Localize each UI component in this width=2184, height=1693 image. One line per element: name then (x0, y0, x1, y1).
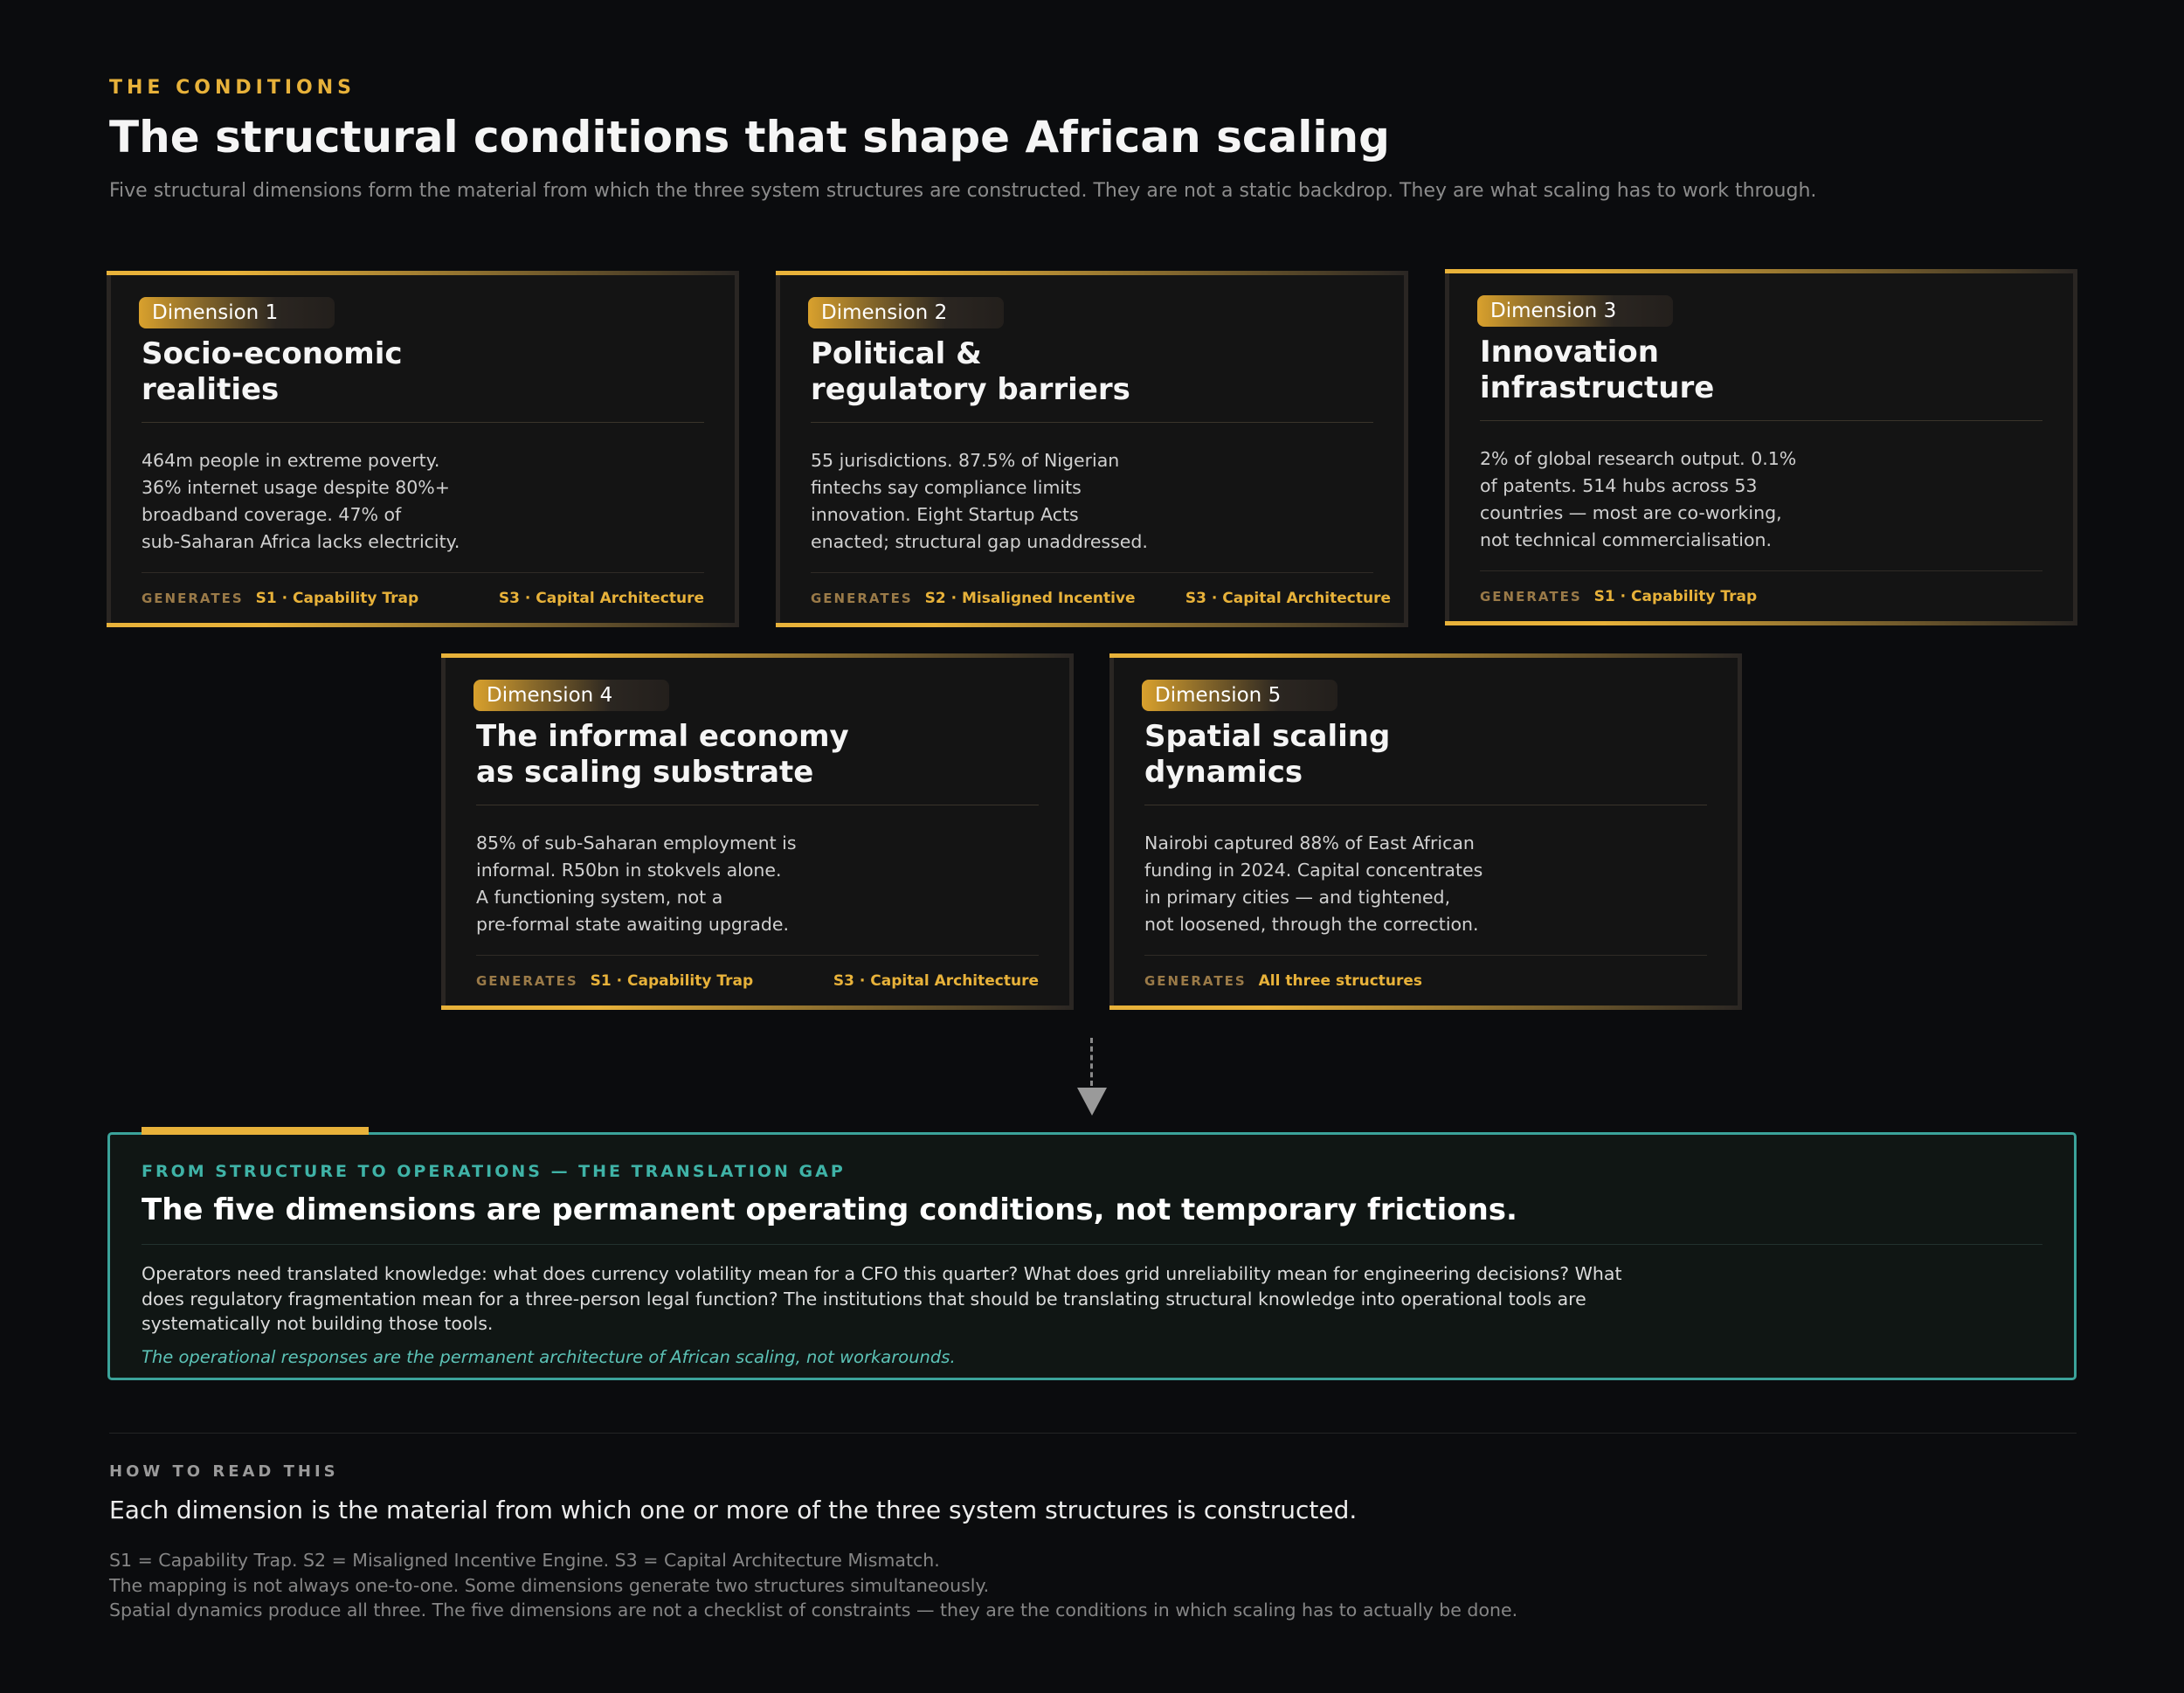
card-top-border (1445, 269, 2077, 273)
card-top-border (776, 271, 1408, 275)
dimension-body: 2% of global research output. 0.1% of pa… (1480, 448, 1797, 550)
page-subtitle: Five structural dimensions form the mate… (109, 180, 1817, 202)
card-top-border (441, 653, 1074, 658)
dimension-title: Innovation infrastructure (1480, 335, 1715, 405)
translation-eyebrow: FROM STRUCTURE TO OPERATIONS — THE TRANS… (142, 1162, 846, 1181)
dimension-card-4: Dimension 4 The informal economy as scal… (441, 653, 1074, 1010)
generates-structure-a: S2 · Misaligned Incentive (924, 590, 1136, 607)
dimension-title: Political & regulatory barriers (811, 336, 1130, 407)
card-divider (476, 955, 1039, 956)
dimension-badge: Dimension 1 (139, 297, 335, 328)
dimension-body: 464m people in extreme poverty. 36% inte… (142, 450, 460, 552)
dimension-body: 85% of sub-Saharan employment is informa… (476, 833, 797, 935)
generates-structure-a: All three structures (1258, 972, 1423, 990)
generates-label: GENERATES (476, 973, 578, 989)
translation-body: Operators need translated knowledge: wha… (142, 1263, 1622, 1334)
dimension-body: 55 jurisdictions. 87.5% of Nigerian fint… (811, 450, 1148, 552)
generates-row: GENERATES S1 · Capability Trap S3 · Capit… (142, 585, 704, 612)
generates-structure-a: S1 · Capability Trap (1593, 588, 1758, 605)
card-bottom-border (1109, 1005, 1742, 1010)
generates-label: GENERATES (142, 591, 244, 606)
generates-label: GENERATES (1144, 973, 1247, 989)
section-eyebrow: THE CONDITIONS (109, 77, 356, 99)
generates-label: GENERATES (811, 591, 913, 606)
how-to-read-notes: S1 = Capability Trap. S2 = Misaligned In… (109, 1548, 1517, 1623)
card-divider (142, 422, 704, 423)
dimension-title: The informal economy as scaling substrat… (476, 719, 849, 790)
legend-line: S1 = Capability Trap. S2 = Misaligned In… (109, 1550, 940, 1571)
card-bottom-border (441, 1005, 1074, 1010)
dimension-badge: Dimension 2 (808, 297, 1004, 328)
dimension-badge: Dimension 4 (473, 680, 669, 711)
legend-line: Spatial dynamics produce all three. The … (109, 1600, 1518, 1620)
generates-structure-a: S1 · Capability Trap (590, 972, 754, 990)
dimension-card-5: Dimension 5 Spatial scaling dynamics Nai… (1109, 653, 1742, 1010)
how-to-read-title: Each dimension is the material from whic… (109, 1496, 1358, 1524)
panel-divider (142, 1244, 2042, 1245)
generates-structure-b: S3 · Capital Architecture (833, 972, 1039, 990)
translation-note: The operational responses are the perman… (142, 1347, 956, 1367)
translation-title: The five dimensions are permanent operat… (142, 1192, 1517, 1227)
card-divider (1144, 955, 1707, 956)
card-top-border (1109, 653, 1742, 658)
generates-label: GENERATES (1480, 589, 1582, 605)
generates-row: GENERATES S1 · Capability Trap (1480, 584, 2042, 610)
dimension-badge: Dimension 5 (1142, 680, 1337, 711)
card-bottom-border (107, 623, 739, 627)
dimension-title: Socio-economic realities (142, 336, 403, 407)
dimension-card-1: Dimension 1 Socio-economic realities 464… (107, 271, 739, 627)
card-divider (1480, 420, 2042, 421)
section-separator (109, 1433, 2077, 1434)
dimension-card-3: Dimension 3 Innovation infrastructure 2%… (1445, 269, 2077, 625)
how-to-read-eyebrow: HOW TO READ THIS (109, 1462, 339, 1481)
card-divider (142, 572, 704, 573)
card-divider (811, 572, 1373, 573)
card-top-border (107, 271, 739, 275)
card-divider (811, 422, 1373, 423)
generates-structure-b: S3 · Capital Architecture (498, 590, 704, 607)
generates-structure-b: S3 · Capital Architecture (1185, 590, 1391, 607)
panel-accent-bar (142, 1127, 369, 1135)
card-bottom-border (1445, 621, 2077, 625)
card-bottom-border (776, 623, 1408, 627)
card-divider (1480, 570, 2042, 571)
arrow-down-icon (1077, 1088, 1107, 1116)
dimension-body: Nairobi captured 88% of East African fun… (1144, 833, 1483, 935)
generates-row: GENERATES S2 · Misaligned Incentive S3 · … (811, 585, 1391, 612)
generates-structure-a: S1 · Capability Trap (255, 590, 419, 607)
dimension-title: Spatial scaling dynamics (1144, 719, 1391, 790)
dimension-badge: Dimension 3 (1477, 295, 1673, 327)
generates-row: GENERATES S1 · Capability Trap S3 · Capit… (476, 968, 1039, 994)
dimension-card-2: Dimension 2 Political & regulatory barri… (776, 271, 1408, 627)
generates-row: GENERATES All three structures (1144, 968, 1707, 994)
legend-line: The mapping is not always one-to-one. So… (109, 1574, 990, 1596)
flow-connector-line (1090, 1038, 1093, 1086)
conditions-page: THE CONDITIONS The structural conditions… (0, 0, 2184, 1693)
page-title: The structural conditions that shape Afr… (109, 112, 1390, 162)
